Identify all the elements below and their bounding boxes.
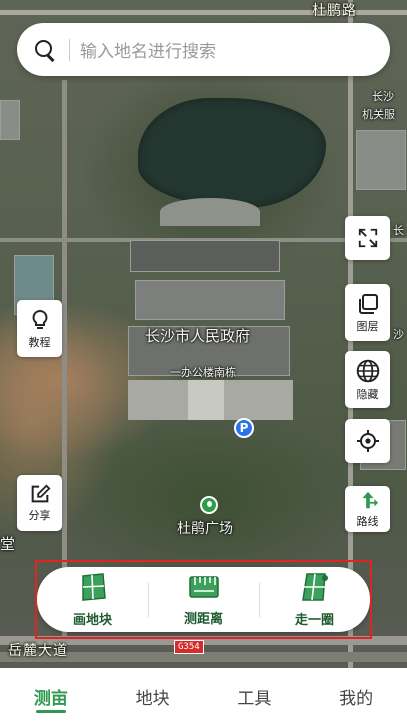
locate-button[interactable]: [345, 419, 390, 463]
tab-label: 工具: [237, 688, 272, 709]
locate-icon: [356, 429, 380, 453]
map-building: [356, 130, 406, 190]
search-bar[interactable]: 输入地名进行搜索: [17, 23, 390, 76]
map-label-place: 长沙: [372, 90, 394, 103]
map-label-place: 一办公楼南栋: [170, 366, 236, 379]
parking-icon[interactable]: P: [234, 418, 254, 438]
ruler-icon: [188, 573, 220, 605]
bottom-tab-bar: 测亩 地块 工具 我的: [0, 668, 407, 724]
route-badge: G354: [174, 640, 204, 654]
draw-plot-label: 画地块: [72, 612, 112, 628]
map-label-road: 杜鹏路: [312, 3, 357, 19]
layers-icon: [356, 292, 380, 316]
hide-button[interactable]: 隐藏: [345, 351, 390, 408]
fullscreen-button[interactable]: [345, 216, 390, 260]
tab-mine[interactable]: 我的: [305, 668, 407, 724]
hide-label: 隐藏: [356, 387, 379, 401]
map-label-place: 机关服: [362, 108, 395, 121]
park-pin-icon[interactable]: [200, 496, 218, 514]
map-label-road: 岳麓大道: [8, 643, 68, 659]
tab-measure[interactable]: 测亩: [0, 668, 102, 724]
map-label-place: 长: [393, 224, 404, 237]
map-building: [130, 240, 280, 272]
walk-loop-button[interactable]: 走一圈: [259, 567, 370, 632]
map-building: [0, 100, 20, 140]
walk-loop-icon: [299, 572, 331, 606]
map-plaza: [160, 198, 260, 226]
map-building: [135, 280, 285, 320]
measure-distance-label: 测距离: [183, 611, 223, 627]
share-button[interactable]: 分享: [17, 475, 62, 531]
tab-label: 我的: [339, 688, 374, 709]
layers-label: 图层: [356, 319, 379, 333]
measure-action-bar: 画地块 测距离 走一圈: [37, 567, 370, 632]
map-label-place: 长沙市人民政府: [145, 327, 251, 345]
fullscreen-icon: [357, 227, 379, 249]
map-lake: [138, 98, 326, 208]
route-label: 路线: [356, 515, 379, 528]
tab-label: 测亩: [33, 688, 68, 709]
draw-plot-icon: [77, 572, 109, 606]
layers-button[interactable]: 图层: [345, 284, 390, 341]
tutorial-label: 教程: [28, 335, 51, 349]
search-input[interactable]: 输入地名进行搜索: [80, 37, 216, 62]
tab-plots[interactable]: 地块: [102, 668, 204, 724]
tutorial-button[interactable]: 教程: [17, 300, 62, 357]
search-divider: [69, 38, 70, 61]
lightbulb-icon: [28, 308, 52, 332]
edit-share-icon: [29, 483, 51, 505]
walk-loop-label: 走一圈: [294, 612, 334, 628]
map-label-place: 堂: [0, 535, 16, 553]
tab-tools[interactable]: 工具: [204, 668, 306, 724]
route-arrow-icon: [357, 489, 379, 511]
map-label-place: 杜鹃广场: [177, 521, 233, 537]
share-label: 分享: [28, 509, 51, 522]
measure-distance-button[interactable]: 测距离: [148, 567, 259, 632]
map-road: [62, 80, 67, 640]
search-icon[interactable]: [33, 38, 57, 62]
draw-plot-button[interactable]: 画地块: [37, 567, 148, 632]
map-plaza: [188, 380, 224, 420]
globe-icon: [355, 358, 381, 384]
tab-label: 地块: [135, 688, 170, 709]
tab-active-indicator: [35, 710, 66, 713]
map-label-place: 沙: [393, 328, 404, 341]
route-button[interactable]: 路线: [345, 486, 390, 532]
